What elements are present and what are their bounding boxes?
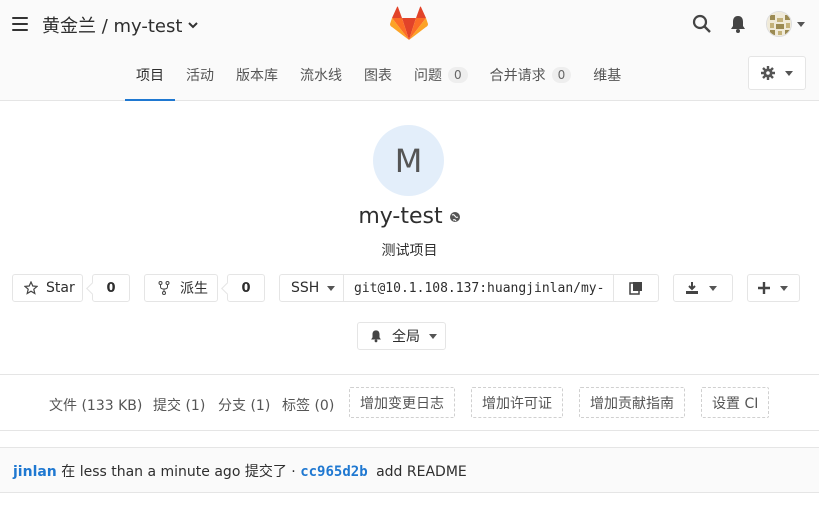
tab-label: 问题	[414, 67, 442, 84]
clone-url-input[interactable]	[343, 274, 614, 302]
chevron-down-icon	[709, 285, 717, 291]
fork-icon	[158, 281, 170, 295]
protocol-label: SSH	[291, 280, 320, 296]
tab-issues[interactable]: 问题 0	[403, 48, 479, 101]
chevron-down-icon	[780, 285, 788, 291]
star-button[interactable]: Star	[12, 274, 83, 302]
chevron-down-icon	[785, 70, 793, 76]
nav-tabs: 项目 活动 版本库 流水线 图表 问题 0 合并请求 0 维基	[125, 48, 632, 101]
gitlab-logo[interactable]	[390, 6, 428, 42]
divider	[0, 430, 819, 431]
avatar-caret-icon[interactable]	[797, 22, 805, 27]
fork-count[interactable]: 0	[227, 274, 265, 302]
chevron-down-icon[interactable]	[188, 20, 199, 30]
tab-project[interactable]: 项目	[125, 48, 175, 101]
merge-requests-count-badge: 0	[551, 66, 572, 83]
commit-text-in: 在	[61, 464, 76, 480]
tab-label: 活动	[186, 67, 214, 84]
tab-label: 项目	[136, 67, 164, 84]
project-nav: 项目 活动 版本库 流水线 图表 问题 0 合并请求 0 维基	[0, 48, 819, 101]
tags-link[interactable]: 标签 (0)	[282, 395, 334, 415]
notification-dropdown[interactable]: 全局	[357, 322, 446, 350]
commit-message: add README	[376, 464, 467, 480]
project-description: 测试项目	[381, 243, 438, 259]
top-header: 黄金兰 / my-test	[0, 0, 819, 48]
bell-icon	[371, 330, 381, 343]
tab-graphs[interactable]: 图表	[353, 48, 403, 101]
project-breadcrumb[interactable]: 黄金兰 / my-test	[42, 12, 199, 38]
commits-link[interactable]: 提交 (1)	[153, 395, 205, 415]
plus-icon	[758, 282, 770, 294]
star-count[interactable]: 0	[92, 274, 130, 302]
add-contributing-label: 增加贡献指南	[590, 395, 674, 412]
files-link[interactable]: 文件 (133 KB)	[49, 395, 142, 415]
issues-count-badge: 0	[448, 66, 468, 83]
chevron-down-icon	[327, 285, 336, 291]
globe-icon	[449, 212, 460, 222]
add-changelog-label: 增加变更日志	[360, 395, 444, 412]
add-contributing-button[interactable]: 增加贡献指南	[579, 387, 685, 418]
project-avatar: M	[373, 125, 444, 196]
project-settings-button[interactable]	[748, 56, 806, 90]
bell-icon[interactable]	[728, 14, 748, 34]
commit-text-committed: 提交了 ·	[244, 464, 296, 480]
tab-repository[interactable]: 版本库	[225, 48, 289, 101]
project-title: my-test	[0, 204, 819, 229]
setup-ci-label: 设置 CI	[712, 395, 759, 412]
gear-icon	[761, 66, 775, 80]
notification-label: 全局	[392, 329, 420, 345]
tab-merge-requests[interactable]: 合并请求 0	[479, 48, 583, 101]
branches-link[interactable]: 分支 (1)	[218, 395, 270, 415]
download-button[interactable]	[673, 274, 733, 302]
chevron-down-icon	[429, 333, 437, 339]
add-changelog-button[interactable]: 增加变更日志	[349, 387, 455, 418]
last-commit-bar: jinlan 在 less than a minute ago 提交了 · cc…	[0, 447, 819, 493]
setup-ci-button[interactable]: 设置 CI	[701, 387, 770, 418]
hamburger-icon[interactable]	[12, 17, 28, 31]
fork-button[interactable]: 派生	[144, 274, 218, 302]
add-new-button[interactable]	[747, 274, 800, 302]
project-name: my-test	[358, 204, 443, 229]
commit-time: less than a minute ago	[79, 464, 241, 480]
clipboard-icon	[629, 282, 642, 295]
tab-label: 图表	[364, 67, 392, 84]
last-commit-line: jinlan 在 less than a minute ago 提交了 · cc…	[13, 461, 467, 481]
tab-activity[interactable]: 活动	[175, 48, 225, 101]
tab-label: 版本库	[236, 67, 278, 84]
tab-label: 维基	[593, 67, 622, 84]
star-icon	[24, 281, 38, 295]
user-avatar[interactable]	[766, 11, 792, 37]
tab-wiki[interactable]: 维基	[582, 48, 632, 101]
tab-label: 流水线	[300, 67, 342, 84]
commit-sha-link[interactable]: cc965d2b	[300, 464, 367, 480]
search-icon[interactable]	[692, 14, 712, 34]
download-icon	[686, 282, 698, 294]
breadcrumb-title[interactable]: 黄金兰 / my-test	[42, 12, 182, 38]
protocol-dropdown[interactable]: SSH	[279, 274, 344, 302]
tab-pipelines[interactable]: 流水线	[289, 48, 353, 101]
tab-label: 合并请求	[489, 67, 546, 84]
commit-author-link[interactable]: jinlan	[13, 464, 57, 480]
copy-url-button[interactable]	[613, 274, 659, 302]
add-license-button[interactable]: 增加许可证	[471, 387, 563, 418]
star-label: Star	[46, 280, 75, 296]
add-license-label: 增加许可证	[482, 395, 552, 412]
fork-label: 派生	[180, 281, 208, 297]
project-stats: 文件 (133 KB) 提交 (1) 分支 (1) 标签 (0) 增加变更日志 …	[0, 375, 819, 431]
